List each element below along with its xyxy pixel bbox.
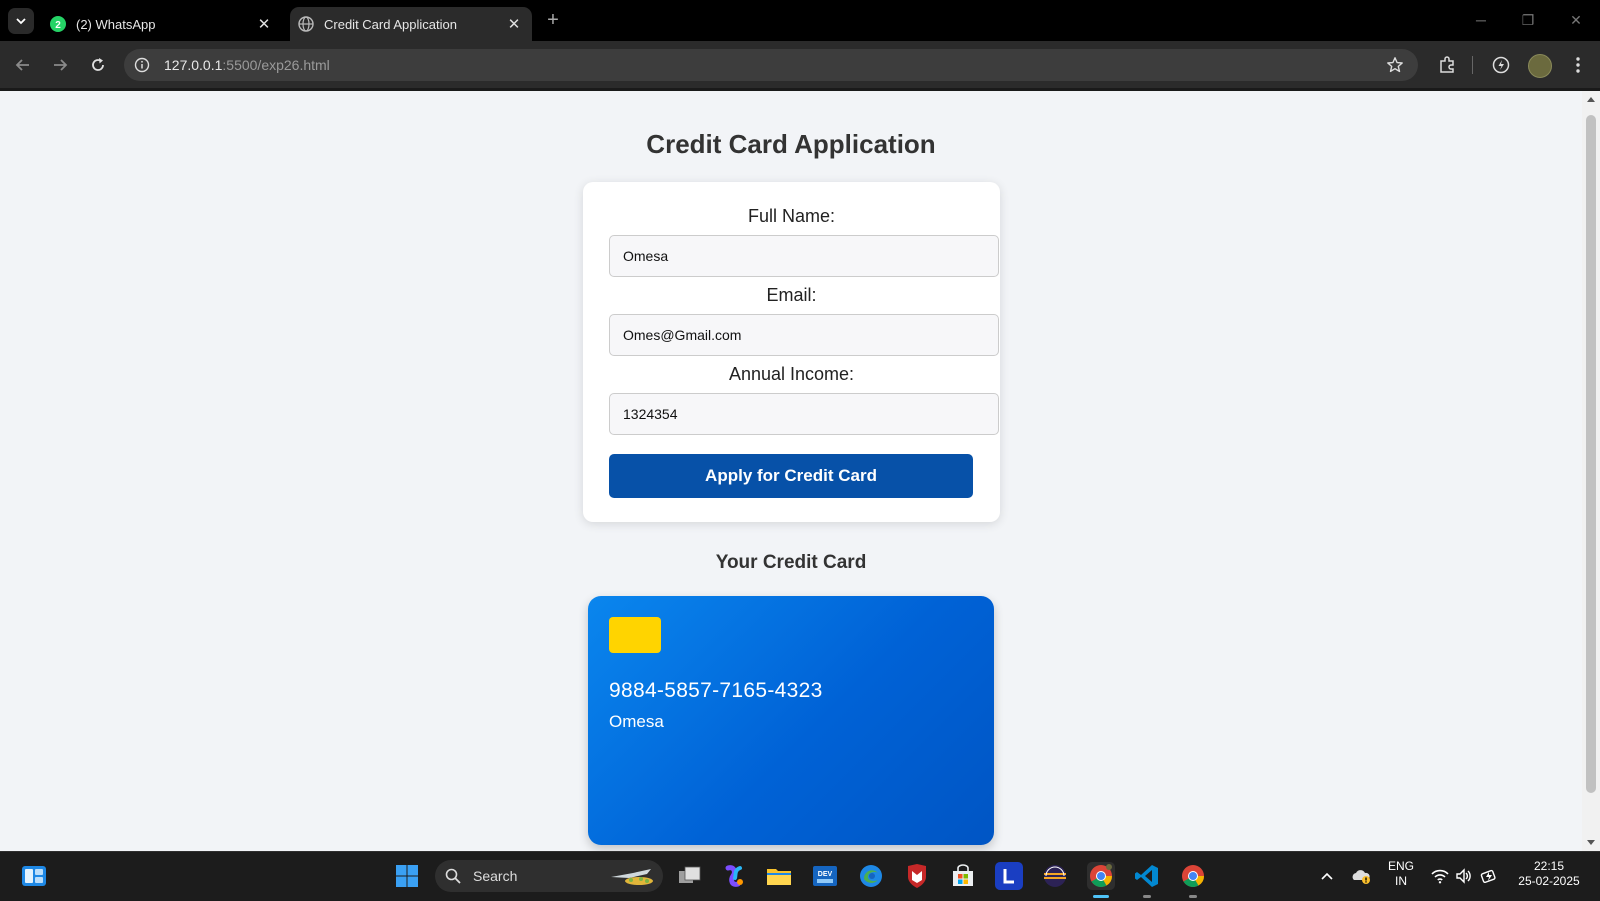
url-path: :5500/exp26.html xyxy=(222,57,330,73)
scroll-down-arrow-icon[interactable] xyxy=(1587,840,1595,845)
file-explorer-icon[interactable] xyxy=(765,862,793,890)
tab-title: Credit Card Application xyxy=(324,16,457,32)
copilot-icon[interactable] xyxy=(720,862,748,890)
whatsapp-icon: 2 xyxy=(50,16,66,32)
tab-whatsapp[interactable]: 2 (2) WhatsApp ✕ xyxy=(42,7,282,41)
chrome-profile-icon[interactable] xyxy=(1087,862,1115,890)
card-holder-name: Omesa xyxy=(609,712,664,731)
globe-icon xyxy=(298,16,314,32)
windows-taskbar: Search DEV ENG IN 22:15 25-02-2025 xyxy=(0,851,1600,901)
volume-icon[interactable] xyxy=(1450,862,1478,890)
tab-search-button[interactable] xyxy=(8,8,34,34)
active-app-indicator xyxy=(1093,895,1109,898)
arrow-right-icon xyxy=(54,59,68,71)
performance-icon[interactable] xyxy=(1489,53,1513,77)
input-language-indicator[interactable]: ENG IN xyxy=(1383,859,1419,889)
microsoft-store-icon[interactable] xyxy=(949,862,977,890)
credit-card-section-title: Your Credit Card xyxy=(715,552,867,573)
chrome-icon[interactable] xyxy=(1179,862,1207,890)
toolbar-divider xyxy=(1472,56,1473,74)
vscode-icon[interactable] xyxy=(1133,862,1161,890)
task-view-icon[interactable] xyxy=(676,862,704,890)
chevron-down-icon xyxy=(16,18,26,25)
full-name-label: Full Name: xyxy=(747,206,836,226)
email-label: Email: xyxy=(766,285,817,305)
windows-start-icon[interactable] xyxy=(393,862,421,890)
browser-toolbar: 127.0.0.1:5500/exp26.html xyxy=(0,41,1600,88)
page-viewport: Credit Card Application Full Name: Email… xyxy=(0,91,1582,851)
annual-income-label: Annual Income: xyxy=(728,364,855,384)
arrow-left-icon xyxy=(15,59,29,71)
dev-app-icon[interactable]: DEV xyxy=(811,862,839,890)
site-info-icon[interactable] xyxy=(134,57,150,73)
tab-credit-card-application[interactable]: Credit Card Application ✕ xyxy=(290,7,532,41)
taskbar-search-box[interactable]: Search xyxy=(435,860,663,892)
search-icon xyxy=(445,868,461,884)
clock-date: 25-02-2025 xyxy=(1518,874,1580,888)
region-code: IN xyxy=(1395,874,1407,888)
eclipse-icon[interactable] xyxy=(1041,862,1069,890)
application-form: Full Name: Email: Annual Income: Apply f… xyxy=(583,182,1000,522)
annual-income-input[interactable] xyxy=(609,393,999,435)
show-hidden-icons-chevron-icon[interactable] xyxy=(1313,862,1341,890)
onedrive-warning-icon[interactable] xyxy=(1347,862,1375,890)
url-text[interactable]: 127.0.0.1:5500/exp26.html xyxy=(164,57,330,73)
l-app-icon[interactable] xyxy=(995,862,1023,890)
full-name-input[interactable] xyxy=(609,235,999,277)
profile-avatar[interactable] xyxy=(1528,54,1552,78)
apply-for-credit-card-button[interactable]: Apply for Credit Card xyxy=(609,454,973,498)
back-button[interactable] xyxy=(10,52,36,78)
browser-tab-bar: 2 (2) WhatsApp ✕ Credit Card Application… xyxy=(0,0,1600,41)
tab-title: (2) WhatsApp xyxy=(76,16,156,32)
card-chip xyxy=(609,617,661,653)
close-icon[interactable]: ✕ xyxy=(504,14,524,34)
widgets-icon[interactable] xyxy=(20,862,48,890)
more-menu-icon[interactable] xyxy=(1566,53,1590,77)
address-bar[interactable]: 127.0.0.1:5500/exp26.html xyxy=(124,49,1418,81)
email-input[interactable] xyxy=(609,314,999,356)
new-tab-button[interactable]: + xyxy=(542,9,564,31)
url-host: 127.0.0.1 xyxy=(164,57,223,73)
clock[interactable]: 22:15 25-02-2025 xyxy=(1509,859,1589,889)
reload-icon xyxy=(92,58,104,71)
window-close-icon[interactable]: ✕ xyxy=(1562,8,1590,32)
svg-text:DEV: DEV xyxy=(818,871,833,878)
close-icon[interactable]: ✕ xyxy=(254,14,274,34)
whatsapp-badge: 2 xyxy=(55,20,61,31)
search-highlight-icon xyxy=(611,869,653,885)
mcafee-icon[interactable] xyxy=(903,862,931,890)
restore-icon[interactable]: ❐ xyxy=(1514,8,1542,32)
open-app-indicator xyxy=(1143,895,1151,898)
language-code: ENG xyxy=(1387,859,1414,873)
minimize-icon[interactable]: ─ xyxy=(1467,8,1495,32)
reload-button[interactable] xyxy=(85,52,111,78)
edge-browser-icon[interactable] xyxy=(857,862,885,890)
battery-icon[interactable] xyxy=(1475,862,1503,890)
page-title: Credit Card Application xyxy=(646,129,936,159)
extensions-icon[interactable] xyxy=(1435,53,1459,77)
clock-time: 22:15 xyxy=(1533,859,1565,873)
scroll-up-arrow-icon[interactable] xyxy=(1587,97,1595,102)
page-scrollbar[interactable] xyxy=(1582,91,1600,851)
scrollbar-thumb[interactable] xyxy=(1586,115,1596,793)
bookmark-star-icon[interactable] xyxy=(1386,56,1404,74)
card-number: 9884-5857-7165-4323 xyxy=(609,679,823,702)
credit-card-preview: 9884-5857-7165-4323 Omesa xyxy=(588,596,994,845)
forward-button[interactable] xyxy=(47,52,73,78)
open-app-indicator xyxy=(1189,895,1197,898)
search-label: Search xyxy=(473,868,518,884)
